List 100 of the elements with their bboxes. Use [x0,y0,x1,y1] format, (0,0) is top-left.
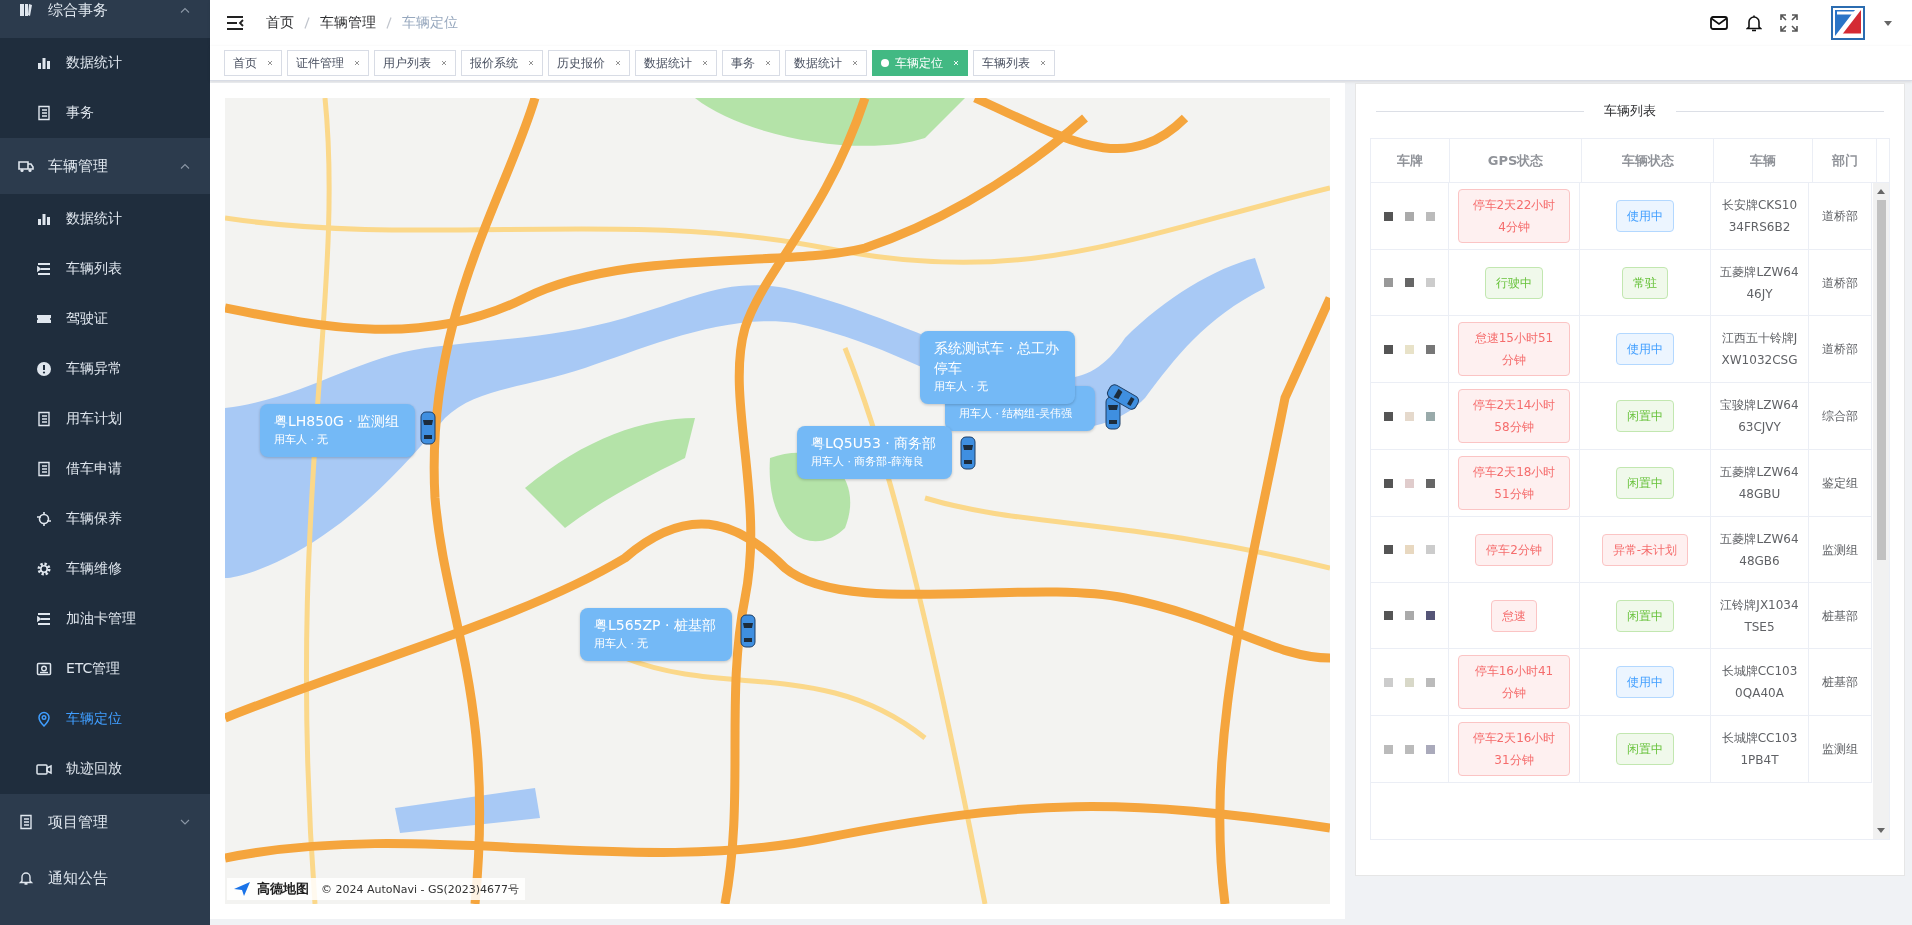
vehicle-status-tag: 异常-未计划 [1601,533,1689,566]
menu-item-icon [36,511,52,527]
department: 桩基部 [1822,607,1858,625]
close-icon[interactable] [615,60,621,66]
sidebar-item[interactable]: 车辆维修 [0,544,210,594]
map-attribution: © 2024 AutoNavi - GS(2023)4677号 [321,881,520,897]
vehicle-model: 长安牌CKS1034FRS6B2 [1720,197,1799,236]
tab[interactable]: 报价系统 [461,50,543,76]
scroll-up-icon[interactable] [1877,189,1885,194]
menu-icon[interactable] [226,16,244,30]
tab[interactable]: 车辆列表 [973,50,1055,76]
close-icon[interactable] [702,60,708,66]
tab[interactable]: 事务 [722,50,780,76]
close-icon[interactable] [528,60,534,66]
blurred-plate [1384,744,1435,754]
vehicle-status-tag: 使用中 [1616,666,1674,698]
sidebar-item[interactable]: 事务 [0,88,210,138]
tab[interactable]: 用户列表 [374,50,456,76]
column-header: 部门 [1813,139,1877,182]
gps-status-tag: 停车2分钟 [1475,533,1553,566]
menu-group-icon [18,814,34,830]
department: 道桥部 [1822,341,1858,358]
close-icon[interactable] [354,60,360,66]
scroll-down-icon[interactable] [1877,828,1885,833]
vehicle-model: 五菱牌LZW6448GBU [1719,464,1800,503]
chevron-icon [180,163,190,169]
vehicle-model: 五菱牌LZW6448GB6 [1719,530,1800,570]
close-icon[interactable] [852,60,858,66]
vehicle-status-tag: 闲置中 [1616,400,1674,432]
menu-group-icon [18,158,34,174]
menu-item-icon [36,761,52,777]
car-icon[interactable] [420,411,436,445]
breadcrumb-link[interactable]: 首页 [266,14,294,32]
chevron-icon [180,7,190,13]
column-header: GPS状态 [1450,139,1582,182]
sidebar-item[interactable]: 驾驶证 [0,294,210,344]
tab[interactable]: 数据统计 [635,50,717,76]
menu-item-icon [36,461,52,477]
vehicle-status-tag: 使用中 [1616,333,1674,365]
menu-item-icon [36,55,52,71]
menu-item-icon [36,611,52,627]
gps-status-tag: 怠速15小时51分钟 [1458,322,1570,376]
vehicle-status-tag: 闲置中 [1616,467,1674,499]
car-icon[interactable] [740,614,756,648]
sidebar-item[interactable]: 数据统计 [0,38,210,88]
sidebar-item[interactable]: 车辆列表 [0,244,210,294]
menu-item-icon [36,411,52,427]
menu-item-icon [36,261,52,277]
sidebar-item[interactable]: 车辆异常 [0,344,210,394]
gps-status-tag: 停车2天16小时31分钟 [1458,722,1570,776]
breadcrumb-separator [386,17,392,29]
tab[interactable]: 首页 [224,50,282,76]
vehicle-model: 江西五十铃牌JXW1032CSG [1720,330,1799,369]
blurred-plate [1384,278,1435,287]
scrollbar[interactable] [1873,183,1889,839]
menu-item-icon [36,561,52,577]
blurred-plate [1384,677,1435,687]
mail-icon[interactable] [1710,16,1728,30]
department: 监测组 [1822,541,1858,559]
close-icon[interactable] [1040,60,1046,66]
vehicle-status-tag: 常驻 [1622,266,1668,299]
department: 桩基部 [1822,674,1858,691]
column-header: 车辆 [1714,139,1813,182]
blurred-plate [1384,211,1435,221]
vehicle-title: 粤LH850G · 监测组 [274,412,400,431]
gps-status-tag: 行驶中 [1485,266,1543,299]
sidebar-item[interactable]: ETC管理 [0,644,210,694]
gps-status-tag: 停车2天22小时4分钟 [1458,189,1570,243]
blurred-plate [1384,478,1435,488]
sidebar-item[interactable]: 车辆保养 [0,494,210,544]
sidebar-item[interactable]: 车辆定位 [0,694,210,744]
sidebar-item[interactable]: 借车申请 [0,444,210,494]
tab[interactable]: 历史报价 [548,50,630,76]
vehicle-model: 江铃牌JX1034TSE5 [1719,596,1800,636]
vehicle-model: 长城牌CC1031PB4T [1720,730,1799,769]
department: 综合部 [1822,408,1858,425]
caret-icon[interactable] [1884,20,1892,26]
close-icon[interactable] [765,60,771,66]
panel-title: 车辆列表 [1604,102,1656,120]
fullscreen-icon[interactable] [1780,14,1798,32]
vehicle-title: 粤L565ZP · 桩基部 [594,616,716,635]
breadcrumb-separator [304,17,310,29]
sidebar-item[interactable]: 用车计划 [0,394,210,444]
map-logo-text: 高德地图 [257,880,309,898]
notification-icon[interactable] [1746,14,1762,32]
logo-icon[interactable] [1830,5,1866,41]
menu-group-icon [18,2,34,18]
close-icon[interactable] [267,60,273,66]
sidebar-item[interactable]: 轨迹回放 [0,744,210,794]
map-view[interactable]: 粤LH850G · 监测组 用车人 · 无 粤LQ5U53 · 商务部 用车人 · 商务部-薛海良 粤L565ZP · 桩基部 用车人 · 无 系统测试车 · 总工办 停车 用车人 · 无 用车人 · 结构组-吴伟强 高德地图 © 2024 AutoNavi - GS(2023)4677号 [225,98,1330,904]
close-icon[interactable] [441,60,447,66]
tab[interactable]: 数据统计 [785,50,867,76]
tab[interactable]: 证件管理 [287,50,369,76]
breadcrumb-link[interactable]: 车辆管理 [320,14,376,32]
department: 监测组 [1822,741,1858,758]
car-icon[interactable] [960,436,976,470]
sidebar-item[interactable]: 数据统计 [0,194,210,244]
sidebar-item[interactable]: 加油卡管理 [0,594,210,644]
chevron-icon [180,819,190,825]
vehicle-user: 用车人 · 无 [274,432,330,448]
